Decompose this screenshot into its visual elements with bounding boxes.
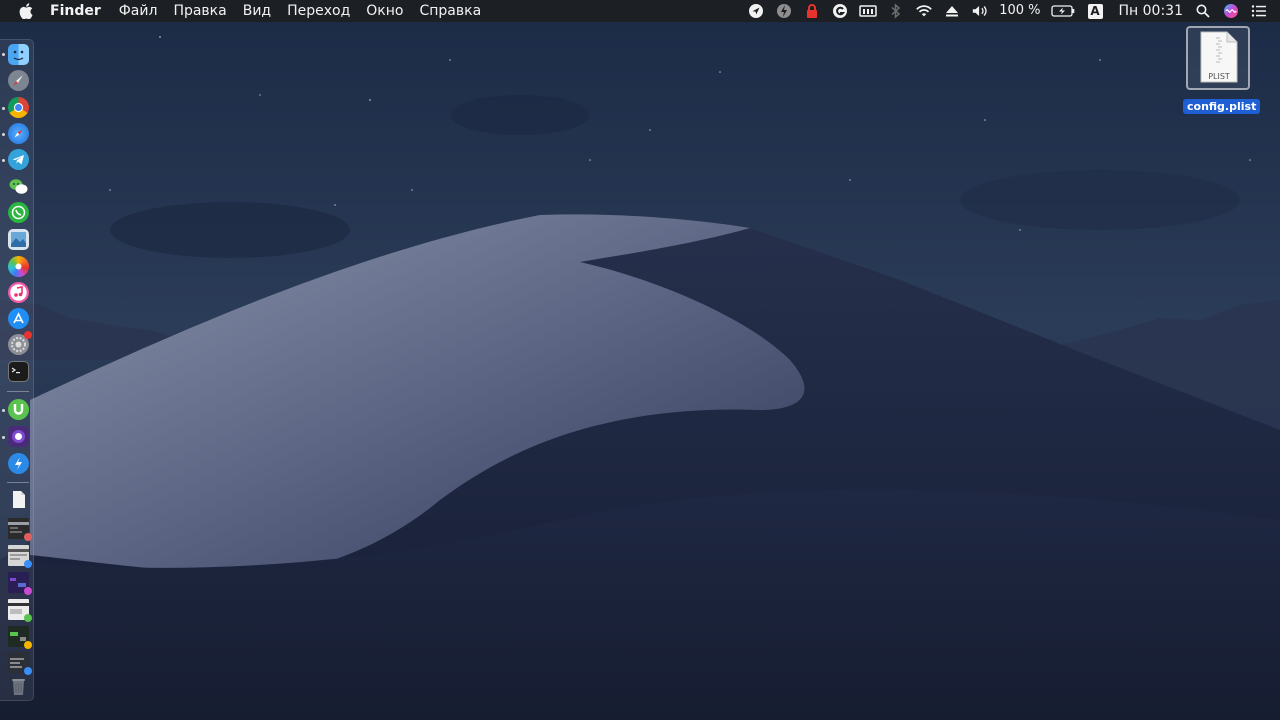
menu-edit[interactable]: Правка — [165, 0, 234, 22]
dock-screenshot-thumbnail[interactable] — [8, 599, 32, 622]
battery-charging-icon[interactable] — [1050, 3, 1075, 19]
desktop-file-name: config.plist — [1183, 95, 1261, 114]
location-icon[interactable] — [747, 3, 765, 19]
dock-separator — [7, 391, 29, 392]
dock-safari-icon[interactable] — [8, 123, 29, 144]
menu-file[interactable]: Файл — [111, 0, 166, 22]
siri-icon[interactable] — [1222, 3, 1240, 19]
running-indicator — [2, 409, 5, 412]
battery-percent[interactable]: 100 % — [999, 0, 1040, 22]
dock-terminal-icon[interactable] — [8, 361, 29, 382]
dock-whatsapp-icon[interactable] — [8, 202, 29, 223]
grammarly-icon[interactable] — [831, 3, 849, 19]
menu-help[interactable]: Справка — [411, 0, 489, 22]
dock-itunes-icon[interactable] — [8, 282, 29, 303]
spotlight-search-icon[interactable] — [1194, 3, 1212, 19]
desktop-file-name-label[interactable]: config.plist — [1183, 99, 1261, 114]
dock-trash-icon[interactable] — [8, 676, 29, 697]
thumbnail-badge — [24, 667, 32, 675]
dock — [0, 39, 34, 701]
input-source-indicator[interactable]: A — [1087, 3, 1103, 19]
thumbnail-badge — [24, 614, 32, 622]
menu-bar: Finder Файл Правка Вид Переход Окно Спра… — [0, 0, 1280, 22]
dock-wechat-icon[interactable] — [8, 176, 29, 197]
dock-screenshot-thumbnail[interactable] — [8, 572, 32, 595]
bluetooth-icon[interactable] — [887, 3, 905, 19]
dock-scapple-icon[interactable] — [8, 453, 29, 474]
dock-tor-browser-icon[interactable] — [8, 426, 29, 447]
speed-icon[interactable] — [775, 3, 793, 19]
wifi-icon[interactable] — [915, 3, 933, 19]
running-indicator — [2, 159, 5, 162]
menu-go[interactable]: Переход — [279, 0, 358, 22]
menu-bar-left: Finder Файл Правка Вид Переход Окно Спра… — [0, 0, 489, 22]
dock-screenshot-thumbnail[interactable] — [8, 518, 32, 541]
dock-chrome-icon[interactable] — [8, 97, 29, 118]
dock-telegram-icon[interactable] — [8, 149, 29, 170]
running-indicator — [2, 107, 5, 110]
plist-document-icon: PLIST — [1200, 31, 1238, 83]
thumbnail-badge — [24, 587, 32, 595]
volume-icon[interactable] — [971, 3, 989, 19]
thumbnail-badge — [24, 560, 32, 568]
apple-logo-icon[interactable] — [18, 2, 34, 20]
dock-screenshot-thumbnail[interactable] — [8, 545, 32, 568]
thumbnail-badge — [24, 533, 32, 541]
dock-preview-icon[interactable] — [8, 229, 29, 250]
dock-finder-icon[interactable] — [8, 44, 29, 65]
plist-type-label: PLIST — [1208, 72, 1230, 81]
dock-screenshot-thumbnail[interactable] — [8, 626, 32, 649]
running-indicator — [2, 436, 5, 439]
menu-view[interactable]: Вид — [235, 0, 279, 22]
dock-app-store-icon[interactable] — [8, 308, 29, 329]
lock-icon[interactable] — [803, 3, 821, 19]
menu-app-finder[interactable]: Finder — [50, 0, 109, 22]
running-indicator — [2, 53, 5, 56]
dock-document-icon[interactable] — [8, 489, 29, 510]
dock-separator — [7, 482, 29, 483]
desktop-file-config-plist[interactable]: PLIST config.plist — [1183, 25, 1261, 114]
dock-screenshot-thumbnail[interactable] — [8, 652, 32, 675]
thumbnail-badge — [24, 641, 32, 649]
menu-bar-clock[interactable]: Пн 00:31 — [1119, 3, 1183, 19]
dock-launchpad-icon[interactable] — [8, 70, 29, 91]
notification-center-icon[interactable] — [1250, 3, 1268, 19]
dock-photos-icon[interactable] — [8, 256, 29, 277]
running-indicator — [2, 133, 5, 136]
menu-window[interactable]: Окно — [358, 0, 411, 22]
dock-system-preferences-icon[interactable] — [8, 331, 32, 355]
dock-utorrent-icon[interactable] — [8, 399, 29, 420]
notification-badge — [24, 331, 32, 339]
menu-bar-status-area: 100 % A Пн 00:31 — [742, 0, 1280, 22]
memory-icon[interactable] — [859, 3, 877, 19]
desktop-wallpaper — [0, 0, 1280, 720]
eject-icon[interactable] — [943, 3, 961, 19]
